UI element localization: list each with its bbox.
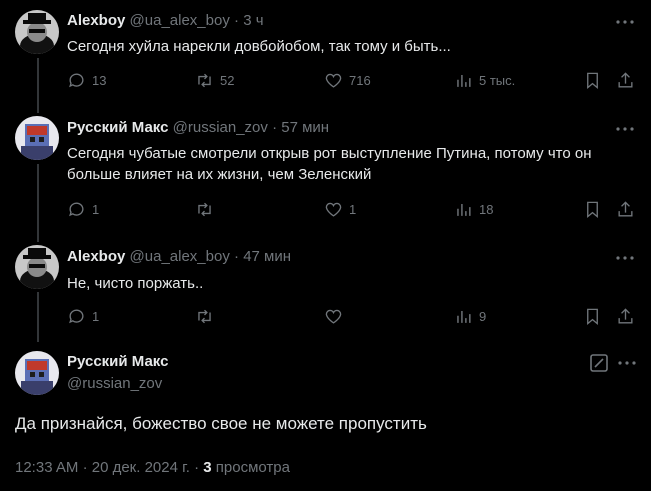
separator: · bbox=[234, 248, 240, 265]
edit-icon[interactable] bbox=[589, 353, 609, 373]
tweet-time[interactable]: 3 ч bbox=[243, 12, 263, 29]
tweet-header: Русский Макс @russian_zov · 57 мин bbox=[67, 119, 329, 136]
bookmark-button[interactable] bbox=[583, 307, 602, 326]
more-options-icon[interactable] bbox=[615, 12, 635, 32]
share-icon bbox=[618, 201, 633, 217]
repost-icon bbox=[198, 309, 211, 324]
bookmark-button[interactable] bbox=[583, 71, 602, 90]
tweet-text: Сегодня хуйла нарекли довбойобом, так то… bbox=[67, 38, 451, 55]
reply-count: 13 bbox=[92, 73, 107, 88]
tweet-header: Alexboy @ua_alex_boy · 47 мин bbox=[67, 248, 291, 265]
author-name[interactable]: Alexboy bbox=[67, 12, 125, 29]
separator: · bbox=[234, 12, 240, 29]
like-button[interactable]: 1 bbox=[324, 200, 356, 219]
views-label: просмотра bbox=[215, 459, 290, 476]
reply-count: 1 bbox=[92, 202, 100, 217]
reply-button[interactable]: 1 bbox=[67, 307, 99, 326]
views-chart-icon bbox=[457, 310, 471, 323]
repost-icon bbox=[198, 73, 211, 88]
repost-button[interactable] bbox=[195, 200, 220, 219]
like-count: 716 bbox=[349, 73, 371, 88]
pixel-character-avatar-icon bbox=[15, 116, 59, 160]
pixel-character-avatar-icon bbox=[15, 351, 59, 395]
man-with-hat-avatar-icon bbox=[15, 10, 59, 54]
reply-count: 1 bbox=[92, 309, 100, 324]
reply-icon bbox=[69, 202, 84, 217]
author-handle[interactable]: @ua_alex_boy bbox=[130, 248, 230, 265]
author-name[interactable]: Alexboy bbox=[67, 248, 125, 265]
repost-icon bbox=[198, 202, 211, 217]
avatar[interactable] bbox=[15, 245, 59, 289]
tweet-actions: 1 1 18 bbox=[67, 200, 635, 220]
tweet-time[interactable]: 47 мин bbox=[243, 248, 291, 265]
bookmark-icon bbox=[587, 308, 598, 326]
author-name[interactable]: Русский Макс bbox=[67, 353, 168, 370]
author-handle[interactable]: @ua_alex_boy bbox=[130, 12, 230, 29]
avatar[interactable] bbox=[15, 10, 59, 54]
separator: · bbox=[194, 459, 200, 476]
heart-icon bbox=[325, 73, 342, 88]
reply-button[interactable]: 1 bbox=[67, 200, 99, 219]
tweet-date[interactable]: 20 дек. 2024 г. bbox=[92, 459, 190, 476]
share-icon bbox=[618, 308, 633, 324]
tweet-time[interactable]: 57 мин bbox=[281, 119, 329, 136]
views-count: 9 bbox=[479, 309, 487, 324]
avatar[interactable] bbox=[15, 351, 59, 395]
bookmark-icon bbox=[587, 201, 598, 219]
author-handle[interactable]: @russian_zov bbox=[173, 119, 268, 136]
repost-count: 52 bbox=[220, 73, 235, 88]
more-options-icon[interactable] bbox=[615, 119, 635, 139]
views-chart-icon bbox=[457, 203, 471, 216]
views-count: 5 тыс. bbox=[479, 73, 516, 88]
repost-button[interactable] bbox=[195, 307, 220, 326]
more-options-icon[interactable] bbox=[617, 353, 637, 373]
tweet-text: Сегодня чубатые смотрели открыв рот выст… bbox=[67, 145, 592, 183]
share-button[interactable] bbox=[616, 71, 635, 90]
views-button[interactable]: 18 bbox=[454, 200, 493, 219]
bookmark-button[interactable] bbox=[583, 200, 602, 219]
views-count: 3 bbox=[203, 459, 212, 476]
tweet-time[interactable]: 12:33 AM bbox=[15, 459, 78, 476]
reply-icon bbox=[69, 309, 84, 324]
tweet-meta: 12:33 AM · 20 дек. 2024 г. · 3 просмотра bbox=[15, 459, 290, 476]
like-button[interactable] bbox=[324, 307, 349, 326]
views-chart-icon bbox=[457, 74, 471, 87]
views-count: 18 bbox=[479, 202, 494, 217]
avatar[interactable] bbox=[15, 116, 59, 160]
tweet-text: Не, чисто поржать.. bbox=[67, 275, 204, 292]
separator: · bbox=[82, 459, 88, 476]
tweet-header: Alexboy @ua_alex_boy · 3 ч bbox=[67, 12, 264, 29]
tweet-actions: 13 52 716 5 тыс. bbox=[67, 71, 635, 91]
heart-icon bbox=[325, 202, 342, 217]
separator: · bbox=[272, 119, 278, 136]
share-button[interactable] bbox=[616, 307, 635, 326]
tweet-actions: 1 9 bbox=[67, 307, 635, 327]
reply-button[interactable]: 13 bbox=[67, 71, 106, 90]
author-handle[interactable]: @russian_zov bbox=[67, 375, 162, 392]
repost-button[interactable]: 52 bbox=[195, 71, 234, 90]
like-count: 1 bbox=[349, 202, 357, 217]
heart-icon bbox=[325, 309, 342, 324]
share-button[interactable] bbox=[616, 200, 635, 219]
views-button[interactable]: 5 тыс. bbox=[454, 71, 515, 90]
tweet-text: Да признайся, божество свое не можете пр… bbox=[15, 414, 427, 433]
share-icon bbox=[618, 72, 633, 88]
more-options-icon[interactable] bbox=[615, 248, 635, 268]
man-with-hat-avatar-icon bbox=[15, 245, 59, 289]
like-button[interactable]: 716 bbox=[324, 71, 371, 90]
bookmark-icon bbox=[587, 72, 598, 90]
author-name[interactable]: Русский Макс bbox=[67, 119, 168, 136]
reply-icon bbox=[69, 73, 84, 88]
views-button[interactable]: 9 bbox=[454, 307, 486, 326]
